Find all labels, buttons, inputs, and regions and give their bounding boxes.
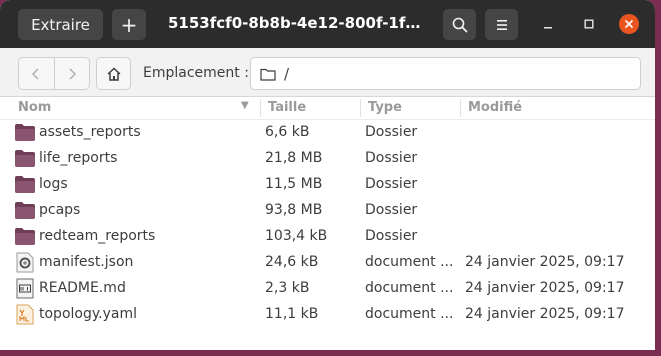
folder-icon <box>14 148 36 168</box>
location-toolbar: Emplacement : / <box>0 48 655 97</box>
markdown-file-icon <box>14 278 34 299</box>
archive-manager-window: Extraire + 5153fcf0-8b8b-4e12-800f-1f866… <box>0 0 655 350</box>
add-files-button[interactable]: + <box>112 9 146 40</box>
column-separator[interactable] <box>260 99 261 117</box>
column-separator[interactable] <box>460 99 461 117</box>
file-row[interactable]: README.md 2,3 kB document ... 24 janvier… <box>0 276 655 302</box>
file-type: document ... <box>365 306 454 322</box>
minimize-icon <box>544 27 552 29</box>
file-size: 11,1 kB <box>265 306 319 322</box>
navigation-buttons <box>18 57 90 90</box>
file-row[interactable]: redteam_reports 103,4 kB Dossier <box>0 224 655 250</box>
home-icon <box>106 66 121 81</box>
file-name: redteam_reports <box>39 228 156 244</box>
folder-outline-icon <box>260 68 276 81</box>
file-type: Dossier <box>365 150 418 166</box>
file-row[interactable]: life_reports 21,8 MB Dossier <box>0 146 655 172</box>
minimize-button[interactable] <box>538 14 558 34</box>
file-size: 2,3 kB <box>265 280 310 296</box>
file-row[interactable]: assets_reports 6,6 kB Dossier <box>0 120 655 146</box>
hamburger-menu-icon <box>496 19 507 30</box>
file-type: Dossier <box>365 176 418 192</box>
yaml-file-icon <box>14 304 34 325</box>
folder-icon <box>14 122 36 142</box>
json-file-icon <box>14 252 34 273</box>
titlebar: Extraire + 5153fcf0-8b8b-4e12-800f-1f866… <box>0 0 655 48</box>
column-size-header[interactable]: Taille <box>268 100 306 118</box>
sort-descending-icon: ▼ <box>241 100 249 111</box>
file-type: Dossier <box>365 202 418 218</box>
file-name: life_reports <box>39 150 118 166</box>
file-list: assets_reports 6,6 kB Dossier life_repor… <box>0 120 655 328</box>
file-type: Dossier <box>365 124 418 140</box>
column-header: Nom ▼ Taille Type Modifié <box>0 97 655 120</box>
file-modified: 24 janvier 2025, 09:17 <box>465 254 625 270</box>
file-size: 11,5 MB <box>265 176 323 192</box>
file-name: pcaps <box>39 202 81 218</box>
folder-icon <box>14 174 36 194</box>
file-name: assets_reports <box>39 124 141 140</box>
chevron-left-icon <box>32 67 39 80</box>
file-row[interactable]: topology.yaml 11,1 kB document ... 24 ja… <box>0 302 655 328</box>
file-modified: 24 janvier 2025, 09:17 <box>465 280 625 296</box>
chevron-right-icon <box>69 67 76 80</box>
file-modified: 24 janvier 2025, 09:17 <box>465 306 625 322</box>
file-size: 24,6 kB <box>265 254 319 270</box>
window-title: 5153fcf0-8b8b-4e12-800f-1f866780... <box>168 14 426 32</box>
search-icon <box>452 17 467 32</box>
column-modified-header[interactable]: Modifié <box>468 100 522 118</box>
folder-icon <box>14 226 36 246</box>
file-row[interactable]: manifest.json 24,6 kB document ... 24 ja… <box>0 250 655 276</box>
file-row[interactable]: pcaps 93,8 MB Dossier <box>0 198 655 224</box>
close-button[interactable] <box>619 14 639 34</box>
maximize-button[interactable] <box>579 14 599 34</box>
menu-button[interactable] <box>485 9 518 40</box>
column-separator[interactable] <box>360 99 361 117</box>
location-label: Emplacement : <box>143 65 249 81</box>
close-icon <box>625 20 633 28</box>
forward-button[interactable] <box>53 58 90 89</box>
file-name: README.md <box>39 280 126 296</box>
column-type-header[interactable]: Type <box>368 100 402 118</box>
file-size: 6,6 kB <box>265 124 310 140</box>
file-name: logs <box>39 176 68 192</box>
folder-icon <box>14 200 36 220</box>
location-field[interactable]: / <box>250 57 641 90</box>
extract-button[interactable]: Extraire <box>18 9 103 40</box>
location-value: / <box>284 64 290 83</box>
file-name: manifest.json <box>39 254 134 270</box>
file-type: Dossier <box>365 228 418 244</box>
file-type: document ... <box>365 280 454 296</box>
plus-icon: + <box>120 12 138 37</box>
file-name: topology.yaml <box>39 306 137 322</box>
home-button[interactable] <box>96 57 131 90</box>
file-size: 103,4 kB <box>265 228 328 244</box>
file-type: document ... <box>365 254 454 270</box>
maximize-icon <box>584 19 594 29</box>
file-size: 21,8 MB <box>265 150 323 166</box>
search-button[interactable] <box>443 9 476 40</box>
file-row[interactable]: logs 11,5 MB Dossier <box>0 172 655 198</box>
column-name-header[interactable]: Nom <box>18 100 51 118</box>
file-size: 93,8 MB <box>265 202 323 218</box>
extract-button-label: Extraire <box>31 15 90 34</box>
back-button[interactable] <box>19 58 54 89</box>
